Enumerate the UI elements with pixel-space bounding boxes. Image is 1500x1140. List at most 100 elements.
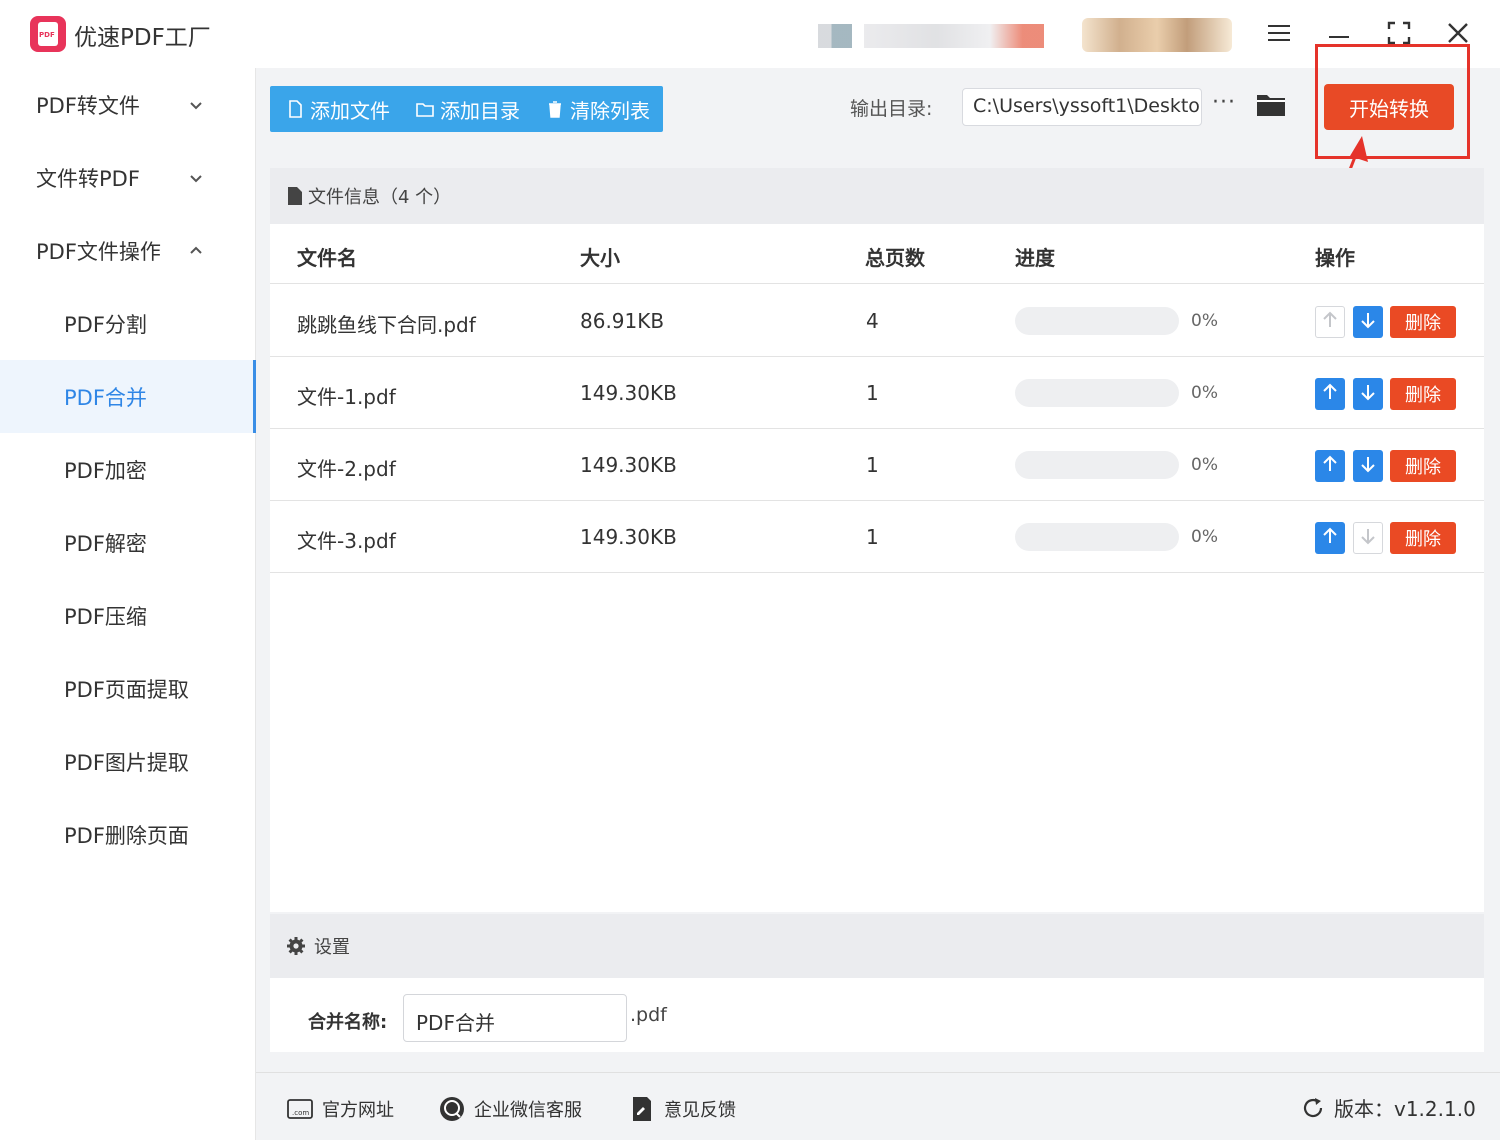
blurred-user-info xyxy=(864,24,1044,48)
sidebar-group-label: 文件转PDF xyxy=(36,166,140,191)
file-info-panel: 文件信息（4 个） 文件名 大小 总页数 进度 操作 跳跳鱼线下合同.pdf 86… xyxy=(270,168,1484,912)
document-icon xyxy=(288,187,302,205)
file-name-cell: 文件-3.pdf xyxy=(297,529,396,553)
output-dir-input[interactable]: C:\Users\yssoft1\Desktop xyxy=(962,88,1202,126)
sidebar-group-label: PDF文件操作 xyxy=(36,239,161,264)
blurred-user-avatar xyxy=(818,24,852,48)
arrow-up-icon xyxy=(1322,455,1338,477)
move-up-button[interactable] xyxy=(1315,306,1345,338)
move-down-button[interactable] xyxy=(1353,306,1383,338)
add-directory-button[interactable]: 添加目录 xyxy=(416,95,520,124)
sidebar-item-pdf-compress[interactable]: PDF压缩 xyxy=(0,579,256,652)
file-name-cell: 文件-1.pdf xyxy=(297,385,396,409)
file-info-header: 文件信息（4 个） xyxy=(270,168,1484,224)
chevron-down-icon xyxy=(190,101,202,109)
sidebar-item-label: PDF加密 xyxy=(64,458,147,483)
column-header-size: 大小 xyxy=(580,246,620,270)
blurred-account-badge xyxy=(1082,18,1232,52)
delete-button[interactable]: 删除 xyxy=(1390,522,1456,554)
app-logo-icon: PDF xyxy=(30,16,66,52)
folder-icon[interactable] xyxy=(1256,92,1286,118)
column-header-pages: 总页数 xyxy=(865,246,925,270)
app-title: 优速PDF工厂 xyxy=(74,25,211,51)
sidebar-group-label: PDF转文件 xyxy=(36,93,140,118)
website-icon: .com xyxy=(287,1099,313,1119)
arrow-down-icon xyxy=(1360,383,1376,405)
file-size-cell: 149.30KB xyxy=(580,525,677,549)
move-up-button[interactable] xyxy=(1315,450,1345,482)
feedback-icon xyxy=(633,1097,651,1121)
gear-icon xyxy=(287,937,305,955)
progress-bar xyxy=(1015,451,1179,479)
sidebar-group-pdf-operations[interactable]: PDF文件操作 xyxy=(0,214,256,287)
page-count-cell: 1 xyxy=(866,453,879,477)
sidebar-group-pdf-to-file[interactable]: PDF转文件 xyxy=(0,68,256,141)
sidebar-item-pdf-decrypt[interactable]: PDF解密 xyxy=(0,506,256,579)
sidebar-item-label: PDF页面提取 xyxy=(64,677,189,702)
move-up-button[interactable] xyxy=(1315,378,1345,410)
page-count-cell: 1 xyxy=(866,381,879,405)
file-icon xyxy=(289,100,302,118)
delete-button[interactable]: 删除 xyxy=(1390,378,1456,410)
sidebar-item-pdf-page-extract[interactable]: PDF页面提取 xyxy=(0,652,256,725)
delete-button[interactable]: 删除 xyxy=(1390,306,1456,338)
page-count-cell: 4 xyxy=(866,309,879,333)
file-toolbar: 添加文件 添加目录 清除列表 xyxy=(270,86,663,132)
sidebar-item-pdf-encrypt[interactable]: PDF加密 xyxy=(0,433,256,506)
menu-icon[interactable] xyxy=(1262,16,1296,50)
progress-percent: 0% xyxy=(1191,527,1218,547)
settings-panel: 设置 合并名称: PDF合并 .pdf xyxy=(270,914,1484,1052)
merge-name-suffix: .pdf xyxy=(630,1004,667,1026)
delete-button[interactable]: 删除 xyxy=(1390,450,1456,482)
file-info-title: 文件信息（4 个） xyxy=(308,187,452,208)
arrow-up-icon xyxy=(1322,383,1338,405)
table-row: 文件-1.pdf 149.30KB 1 0% 删除 xyxy=(270,357,1484,429)
column-header-progress: 进度 xyxy=(1015,246,1055,270)
clear-list-button[interactable]: 清除列表 xyxy=(546,95,650,124)
arrow-down-icon xyxy=(1360,455,1376,477)
logo-text: PDF xyxy=(39,31,55,39)
arrow-up-icon xyxy=(1322,311,1338,333)
add-file-button[interactable]: 添加文件 xyxy=(286,95,390,124)
sidebar-group-file-to-pdf[interactable]: 文件转PDF xyxy=(0,141,256,214)
refresh-icon xyxy=(1303,1097,1323,1117)
more-options-button[interactable]: ··· xyxy=(1212,90,1236,115)
sidebar-item-pdf-image-extract[interactable]: PDF图片提取 xyxy=(0,725,256,798)
move-down-button[interactable] xyxy=(1353,522,1383,554)
sidebar-item-label: PDF图片提取 xyxy=(64,750,189,775)
sidebar-item-pdf-split[interactable]: PDF分割 xyxy=(0,287,256,360)
add-directory-label: 添加目录 xyxy=(440,98,520,123)
progress-bar xyxy=(1015,379,1179,407)
official-website-link[interactable]: .com 官方网址 xyxy=(286,1095,394,1123)
feedback-link[interactable]: 意见反馈 xyxy=(628,1095,736,1123)
file-size-cell: 149.30KB xyxy=(580,453,677,477)
move-up-button[interactable] xyxy=(1315,522,1345,554)
column-header-actions: 操作 xyxy=(1315,246,1355,270)
feedback-label: 意见反馈 xyxy=(664,1100,736,1121)
chevron-up-icon xyxy=(190,246,202,254)
progress-bar xyxy=(1015,307,1179,335)
clear-list-label: 清除列表 xyxy=(570,98,650,123)
table-row: 文件-3.pdf 149.30KB 1 0% 删除 xyxy=(270,501,1484,573)
sidebar-item-label: PDF删除页面 xyxy=(64,823,189,848)
sidebar-item-label: PDF压缩 xyxy=(64,604,147,629)
table-row: 跳跳鱼线下合同.pdf 86.91KB 4 0% 删除 xyxy=(270,285,1484,357)
footer: .com 官方网址 企业微信客服 意见反馈 版本：v1.2.1.0 xyxy=(256,1072,1500,1140)
progress-percent: 0% xyxy=(1191,455,1218,475)
table-row: 文件-2.pdf 149.30KB 1 0% 删除 xyxy=(270,429,1484,501)
merge-name-input[interactable]: PDF合并 xyxy=(403,994,627,1042)
sidebar-item-label: PDF解密 xyxy=(64,531,147,556)
file-size-cell: 149.30KB xyxy=(580,381,677,405)
official-website-label: 官方网址 xyxy=(322,1100,394,1121)
move-down-button[interactable] xyxy=(1353,450,1383,482)
version-info[interactable]: 版本：v1.2.1.0 xyxy=(1300,1093,1476,1122)
settings-title: 设置 xyxy=(314,937,350,958)
file-name-cell: 文件-2.pdf xyxy=(297,457,396,481)
sidebar-item-pdf-delete-pages[interactable]: PDF删除页面 xyxy=(0,798,256,871)
wechat-support-label: 企业微信客服 xyxy=(474,1100,582,1121)
main-content: 添加文件 添加目录 清除列表 输出目录: C:\Users\yssoft1\De… xyxy=(256,44,1500,1140)
wechat-support-link[interactable]: 企业微信客服 xyxy=(438,1095,582,1123)
move-down-button[interactable] xyxy=(1353,378,1383,410)
table-header: 文件名 大小 总页数 进度 操作 xyxy=(270,224,1484,284)
sidebar-item-pdf-merge[interactable]: PDF合并 xyxy=(0,360,256,433)
